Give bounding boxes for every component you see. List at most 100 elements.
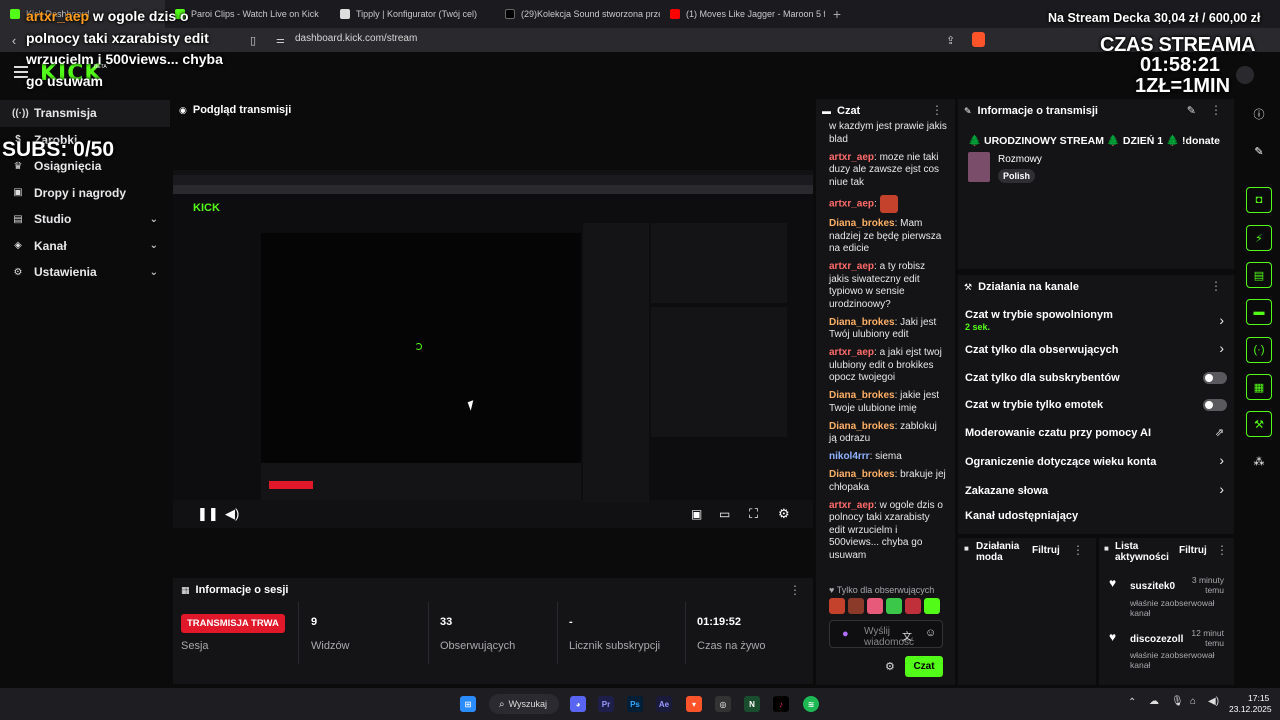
- sidebar-item-kanal[interactable]: ◈ Kanał ⌄: [0, 233, 170, 260]
- action-account-age[interactable]: Ograniczenie dotyczące wieku konta ›: [958, 451, 1234, 473]
- broadcast-icon[interactable]: (·): [1246, 337, 1272, 363]
- fullscreen-icon[interactable]: ⛶: [749, 506, 758, 522]
- chat-username[interactable]: Diana_brokes: [829, 317, 895, 328]
- premiere-icon[interactable]: Pr: [598, 696, 614, 712]
- pip-icon[interactable]: ▣: [691, 507, 702, 521]
- chat-username[interactable]: artxr_aep: [829, 500, 874, 511]
- microphone-icon[interactable]: 🎙: [1171, 696, 1184, 707]
- emote-icon[interactable]: [848, 598, 864, 614]
- windows-start-icon[interactable]: ⊞: [460, 696, 476, 712]
- info-icon[interactable]: ⓘ: [1246, 101, 1272, 127]
- chevron-up-icon[interactable]: ⌃: [1128, 697, 1136, 708]
- pencil-icon[interactable]: ✎: [1246, 138, 1272, 164]
- settings-icon[interactable]: ⚙: [778, 506, 790, 522]
- chat-username[interactable]: artxr_aep: [829, 152, 874, 163]
- network-icon[interactable]: ⌂: [1190, 696, 1196, 707]
- tiktok-icon[interactable]: ♪: [773, 696, 789, 712]
- chat-settings-icon[interactable]: ⚙: [885, 660, 895, 673]
- chat-username[interactable]: artxr_aep: [829, 347, 874, 358]
- volume-icon[interactable]: ◀): [225, 506, 239, 522]
- emote-icon[interactable]: [829, 598, 845, 614]
- action-followers-only[interactable]: Czat tylko dla obserwujących ›: [958, 339, 1234, 361]
- sidebar-item-transmisja[interactable]: ((·)) Transmisja: [0, 100, 170, 127]
- discord-icon[interactable]: ◕: [570, 696, 586, 712]
- chat-username[interactable]: Diana_brokes: [829, 421, 895, 432]
- clock-time[interactable]: 17:15: [1248, 693, 1269, 703]
- activity-title: Lista aktywności: [1115, 541, 1169, 563]
- app-tray-icon[interactable]: ☁: [1149, 696, 1159, 707]
- spotify-icon[interactable]: ≋: [803, 696, 819, 712]
- action-ai-moderation[interactable]: Moderowanie czatu przy pomocy AI ⇗: [958, 422, 1234, 444]
- emote-icon[interactable]: [867, 598, 883, 614]
- heart-icon: ♥: [829, 585, 837, 595]
- new-tab-button[interactable]: +: [825, 6, 849, 22]
- actions-title: ⚒ Działania na kanale: [964, 281, 1079, 293]
- layout-icon[interactable]: ▦: [1246, 374, 1272, 400]
- action-slow-mode[interactable]: Czat w trybie spowolnionym 2 sek. ›: [958, 305, 1234, 335]
- volume-icon[interactable]: ◀): [1208, 696, 1219, 707]
- activity-desc: właśnie zaobserwował: [1130, 650, 1215, 660]
- after-effects-icon[interactable]: Ae: [656, 696, 672, 712]
- browser-tab[interactable]: (29)Kolekcja Sound stworzona przez: [495, 0, 660, 28]
- brave-shield-icon[interactable]: [972, 32, 985, 47]
- obs-icon[interactable]: ◎: [715, 696, 731, 712]
- chat-username[interactable]: Diana_brokes: [829, 469, 895, 480]
- back-icon[interactable]: ‹: [4, 33, 24, 48]
- emoji-icon[interactable]: ☺: [925, 627, 936, 639]
- video-player[interactable]: KICK: [173, 170, 813, 528]
- sidebar-item-ustawienia[interactable]: ⚙ Ustawienia ⌄: [0, 259, 170, 286]
- share-icon[interactable]: ⇪: [946, 34, 955, 47]
- wrench-icon[interactable]: ⚒: [1246, 411, 1272, 437]
- emote-icon[interactable]: [905, 598, 921, 614]
- url-field[interactable]: dashboard.kick.com/stream: [295, 33, 417, 44]
- theater-icon[interactable]: ▭: [719, 507, 730, 521]
- notes-icon[interactable]: N: [744, 696, 760, 712]
- more-icon[interactable]: ⋮: [1216, 543, 1228, 557]
- camera-icon[interactable]: ◘: [1246, 187, 1272, 213]
- document-icon[interactable]: ▤: [1246, 262, 1272, 288]
- more-icon[interactable]: ⋮: [1210, 103, 1222, 117]
- more-icon[interactable]: ⋮: [931, 103, 943, 117]
- microphone-icon[interactable]: ●: [842, 628, 849, 640]
- brave-icon[interactable]: ▾: [686, 696, 702, 712]
- translate-icon[interactable]: 文: [902, 628, 912, 643]
- tab-label: (1) Moves Like Jagger - Maroon 5 fea: [686, 9, 825, 19]
- studio-icon: ▤: [13, 213, 23, 225]
- send-chat-button[interactable]: Czat: [905, 656, 943, 677]
- chat-input[interactable]: ● Wyślij wiadomość 文 ☺: [829, 620, 943, 648]
- subs-only-toggle[interactable]: [1203, 372, 1227, 384]
- site-settings-icon[interactable]: ⚌: [276, 35, 285, 46]
- clock-date[interactable]: 23.12.2025: [1229, 704, 1272, 714]
- sidebar-item-studio[interactable]: ▤ Studio ⌄: [0, 206, 170, 233]
- activity-filter-button[interactable]: Filtruj: [1179, 545, 1207, 556]
- browser-tab[interactable]: (1) Moves Like Jagger - Maroon 5 fea: [660, 0, 825, 28]
- emote-icon[interactable]: [886, 598, 902, 614]
- chat-bubble-icon[interactable]: ▬: [1246, 299, 1272, 325]
- chat-username[interactable]: Diana_brokes: [829, 390, 895, 401]
- tab-label: Tipply | Konfigurator (Twój cel): [356, 9, 478, 19]
- chat-username[interactable]: nikol4rrr: [829, 451, 870, 462]
- sidebar-item-dropy[interactable]: ▣ Dropy i nagrody: [0, 180, 170, 207]
- photoshop-icon[interactable]: Ps: [627, 696, 643, 712]
- pause-icon[interactable]: ❚❚: [197, 506, 219, 522]
- mods-filter-button[interactable]: Filtruj: [1032, 545, 1060, 556]
- chat-username[interactable]: artxr_aep: [829, 198, 874, 209]
- action-hosting-channel[interactable]: Kanał udostępniający: [958, 506, 1234, 528]
- divider: [428, 602, 429, 664]
- apps-icon[interactable]: ⁂: [1246, 448, 1272, 474]
- chat-username[interactable]: artxr_aep: [829, 261, 874, 272]
- more-icon[interactable]: ⋮: [789, 583, 801, 597]
- emote-icon[interactable]: [924, 598, 940, 614]
- lightning-icon[interactable]: ⚡: [1246, 225, 1272, 251]
- edit-icon[interactable]: ✎: [1187, 104, 1196, 117]
- divider: [298, 602, 299, 664]
- action-banned-words[interactable]: Zakazane słowa ›: [958, 480, 1234, 502]
- more-icon[interactable]: ⋮: [1072, 543, 1084, 557]
- bookmark-icon[interactable]: ▯: [250, 34, 256, 47]
- more-icon[interactable]: ⋮: [1210, 279, 1222, 293]
- chat-username[interactable]: Diana_brokes: [829, 218, 895, 229]
- chat-message: Diana_brokes: zablokuj ją odrazu: [829, 421, 947, 446]
- browser-tab[interactable]: Tipply | Konfigurator (Twój cel): [330, 0, 495, 28]
- emote-only-toggle[interactable]: [1203, 399, 1227, 411]
- taskbar-search[interactable]: ⌕ Wyszukaj: [489, 694, 559, 714]
